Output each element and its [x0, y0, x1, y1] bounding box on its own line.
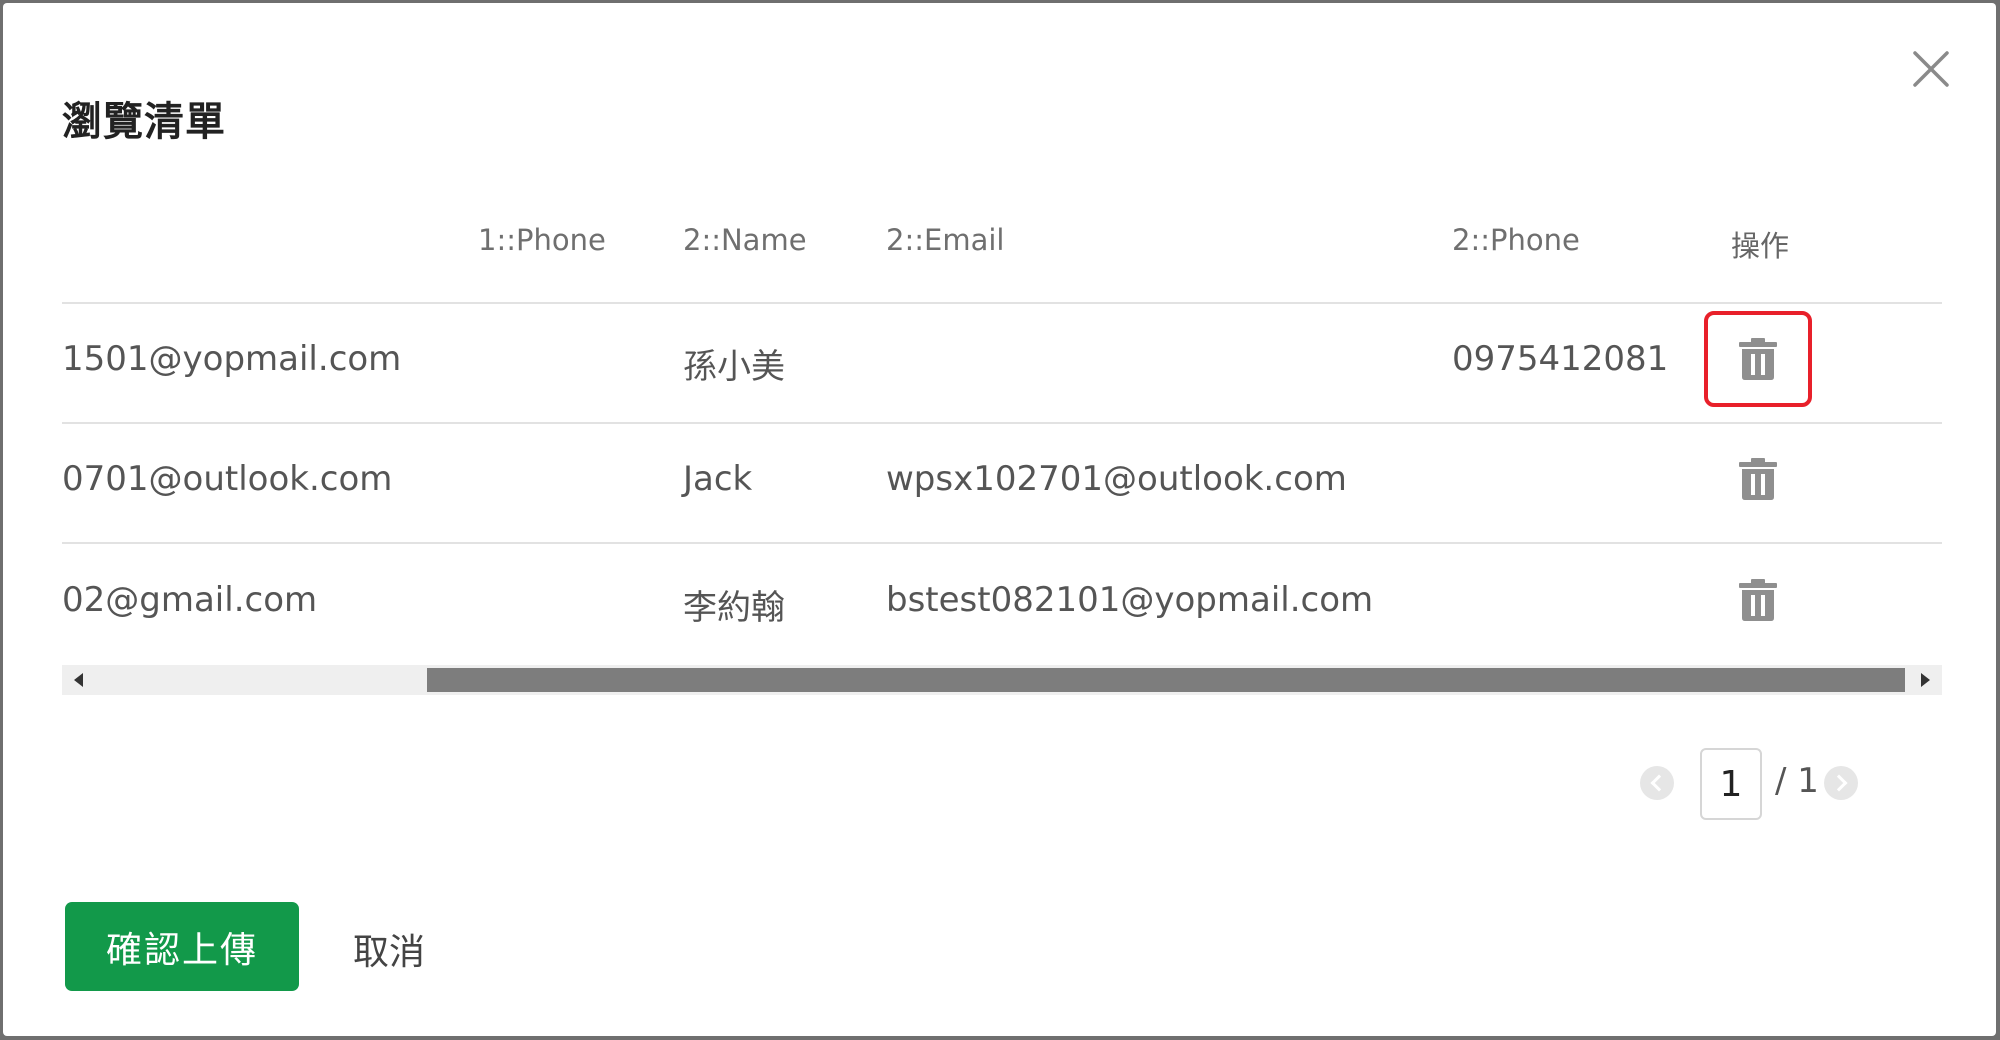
row-divider — [62, 542, 1942, 544]
delete-row-button[interactable] — [1738, 457, 1778, 501]
page-total: / 1 — [1775, 761, 1819, 801]
delete-row-button[interactable] — [1738, 337, 1778, 381]
table-cell-name: Jack — [683, 459, 753, 499]
preview-table: 1::Phone 2::Name 2::Email 2::Phone 操作 15… — [62, 193, 1942, 698]
close-icon — [1913, 51, 1949, 87]
table-cell-email-partial: 0701@outlook.com — [62, 459, 393, 499]
column-header-2-name: 2::Name — [683, 223, 807, 257]
scroll-right-arrow-icon[interactable] — [1921, 673, 1930, 687]
column-header-1-phone: 1::Phone — [478, 223, 606, 257]
trash-icon — [1739, 458, 1777, 500]
horizontal-scrollbar[interactable] — [62, 665, 1942, 695]
browse-list-dialog: 瀏覽清單 1::Phone 2::Name 2::Email 2::Phone … — [3, 3, 1996, 1036]
column-header-2-phone: 2::Phone — [1452, 223, 1580, 257]
prev-page-button[interactable] — [1640, 766, 1674, 800]
table-cell-name: 孫小美 — [683, 347, 785, 387]
dialog-title: 瀏覽清單 — [62, 99, 226, 145]
table-cell-name: 李約翰 — [683, 588, 785, 628]
table-cell-email-partial: 1501@yopmail.com — [62, 339, 402, 379]
confirm-upload-button[interactable]: 確認上傳 — [65, 902, 299, 991]
next-page-button[interactable] — [1824, 766, 1858, 800]
delete-row-button[interactable] — [1738, 578, 1778, 622]
table-cell-email-partial: 02@gmail.com — [62, 580, 318, 620]
page-number-input[interactable] — [1700, 748, 1762, 820]
table-cell-phone: 0975412081 — [1452, 339, 1669, 379]
close-button[interactable] — [1909, 47, 1953, 91]
scroll-left-arrow-icon[interactable] — [74, 673, 83, 687]
row-divider — [62, 422, 1942, 424]
cancel-button[interactable]: 取消 — [353, 923, 425, 975]
row-divider — [62, 302, 1942, 304]
scrollbar-thumb[interactable] — [427, 668, 1905, 692]
trash-icon — [1739, 338, 1777, 380]
column-header-actions: 操作 — [1731, 229, 1790, 263]
column-header-2-email: 2::Email — [886, 223, 1005, 257]
trash-icon — [1739, 579, 1777, 621]
table-cell-email: wpsx102701@outlook.com — [886, 459, 1347, 499]
table-cell-email: bstest082101@yopmail.com — [886, 580, 1374, 620]
